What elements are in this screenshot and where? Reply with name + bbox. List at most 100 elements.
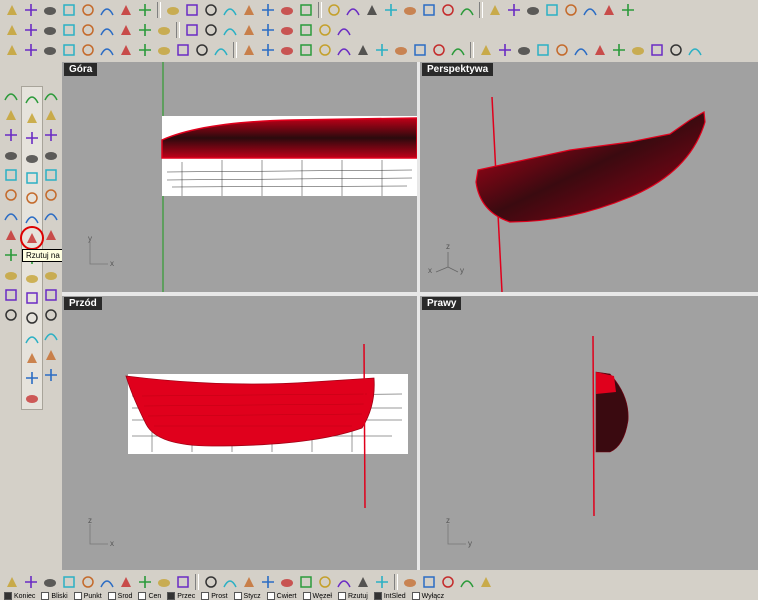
help-icon[interactable] [543,1,561,19]
osnap-checkbox[interactable]: Cen [138,592,161,600]
fit-label-icon[interactable] [212,41,230,59]
offset-curve-icon[interactable] [42,326,60,344]
camera-icon[interactable] [477,573,495,591]
render-icon[interactable] [363,1,381,19]
copy-icon[interactable] [79,1,97,19]
globe-icon[interactable] [505,1,523,19]
dimension-icon[interactable] [22,21,40,39]
freeform-curve-icon[interactable] [42,166,60,184]
viewport-title-front[interactable]: Przód [64,297,102,310]
arrow-icon[interactable] [41,21,59,39]
trim-icon[interactable] [155,21,173,39]
project-icon[interactable] [411,41,429,59]
freeform-icon[interactable] [2,266,20,284]
line-tool-icon[interactable] [3,573,21,591]
zoom-window-icon[interactable] [240,1,258,19]
osnap-checkbox[interactable]: Środ [107,592,132,600]
point-curve-icon[interactable] [2,286,20,304]
scale-icon[interactable] [98,21,116,39]
plane-icon[interactable] [42,226,60,244]
group-icon[interactable] [240,21,258,39]
mesh-icon[interactable] [316,21,334,39]
fillet-curve-icon[interactable] [42,186,60,204]
loft-surface-icon[interactable] [2,166,20,184]
material2-icon[interactable] [686,41,704,59]
extend-icon[interactable] [221,573,239,591]
split-icon[interactable] [183,21,201,39]
checkbox-box[interactable] [411,592,420,600]
analyze-icon[interactable] [297,21,315,39]
arc2-icon[interactable] [2,106,20,124]
split-tool-icon[interactable] [240,573,258,591]
color-wheel-icon[interactable] [458,1,476,19]
polygon-icon[interactable] [42,106,60,124]
osnap-checkbox[interactable]: Bliski [41,592,68,600]
rotate-view-icon[interactable] [297,1,315,19]
checkbox-box[interactable] [138,592,147,600]
point-icon[interactable] [42,86,60,104]
open-curve-icon[interactable] [420,573,438,591]
contour-icon[interactable] [629,41,647,59]
sweep-icon[interactable] [155,41,173,59]
match-icon[interactable] [79,41,97,59]
join-icon[interactable] [202,21,220,39]
move-icon[interactable] [60,21,78,39]
light-icon[interactable] [401,1,419,19]
ungroup-icon[interactable] [259,21,277,39]
rebuild-icon[interactable] [41,41,59,59]
cut-icon[interactable] [98,1,116,19]
flow-icon[interactable] [449,41,467,59]
bend-icon[interactable] [515,41,533,59]
new-file-icon[interactable] [3,1,21,19]
fair-tool-icon[interactable] [174,573,192,591]
circle-tool-icon[interactable] [23,129,41,147]
mirror2-icon[interactable] [42,346,60,364]
cap-holes-icon[interactable] [42,286,60,304]
rebuild-tool-icon[interactable] [316,573,334,591]
properties-icon[interactable] [600,1,618,19]
surface-tool-icon[interactable] [23,189,41,207]
extrude-face-icon[interactable] [42,266,60,284]
explode-icon[interactable] [221,21,239,39]
offset-tool-icon[interactable] [79,573,97,591]
array-icon2[interactable] [23,369,41,387]
car-icon[interactable] [344,1,362,19]
checkbox-box[interactable] [233,592,242,600]
options-icon[interactable] [524,1,542,19]
solid-box-icon[interactable] [23,209,41,227]
transform-icon[interactable] [42,206,60,224]
curve-tool-icon[interactable] [3,21,21,39]
viewport-splitter-vertical[interactable] [417,62,420,570]
box-icon[interactable] [335,21,353,39]
block-icon[interactable] [278,21,296,39]
edit-points-icon[interactable] [3,41,21,59]
join-tool-icon[interactable] [259,573,277,591]
arc-tool-icon[interactable] [22,573,40,591]
checkbox-box[interactable] [266,592,275,600]
zoom-selected-icon[interactable] [278,1,296,19]
osnap-checkbox[interactable]: Ćwiert [266,592,297,600]
viewport-top[interactable]: Góra y x [62,62,417,292]
ellipse-icon[interactable] [42,126,60,144]
trim-tool-icon[interactable] [278,573,296,591]
print-icon[interactable] [60,1,78,19]
sphere-icon[interactable] [486,1,504,19]
twist-icon[interactable] [496,41,514,59]
text-icon[interactable] [23,349,41,367]
osnap-checkbox[interactable]: Wyłącz [411,592,444,600]
layer-icon[interactable] [382,1,400,19]
lock-icon[interactable] [420,1,438,19]
knot-icon[interactable] [22,41,40,59]
pull-icon[interactable] [430,41,448,59]
redo-icon[interactable] [183,1,201,19]
project-tool-icon[interactable] [335,573,353,591]
open-folder-icon[interactable] [22,1,40,19]
mirror-icon[interactable] [117,21,135,39]
viewport-title-perspective[interactable]: Perspektywa [422,63,494,76]
pan-icon[interactable] [202,1,220,19]
array-icon[interactable] [136,21,154,39]
osnap-checkbox[interactable]: Przec [167,592,195,600]
mesh-box-icon[interactable] [23,389,41,407]
rectangle-icon[interactable] [42,146,60,164]
arc3-icon[interactable] [2,126,20,144]
